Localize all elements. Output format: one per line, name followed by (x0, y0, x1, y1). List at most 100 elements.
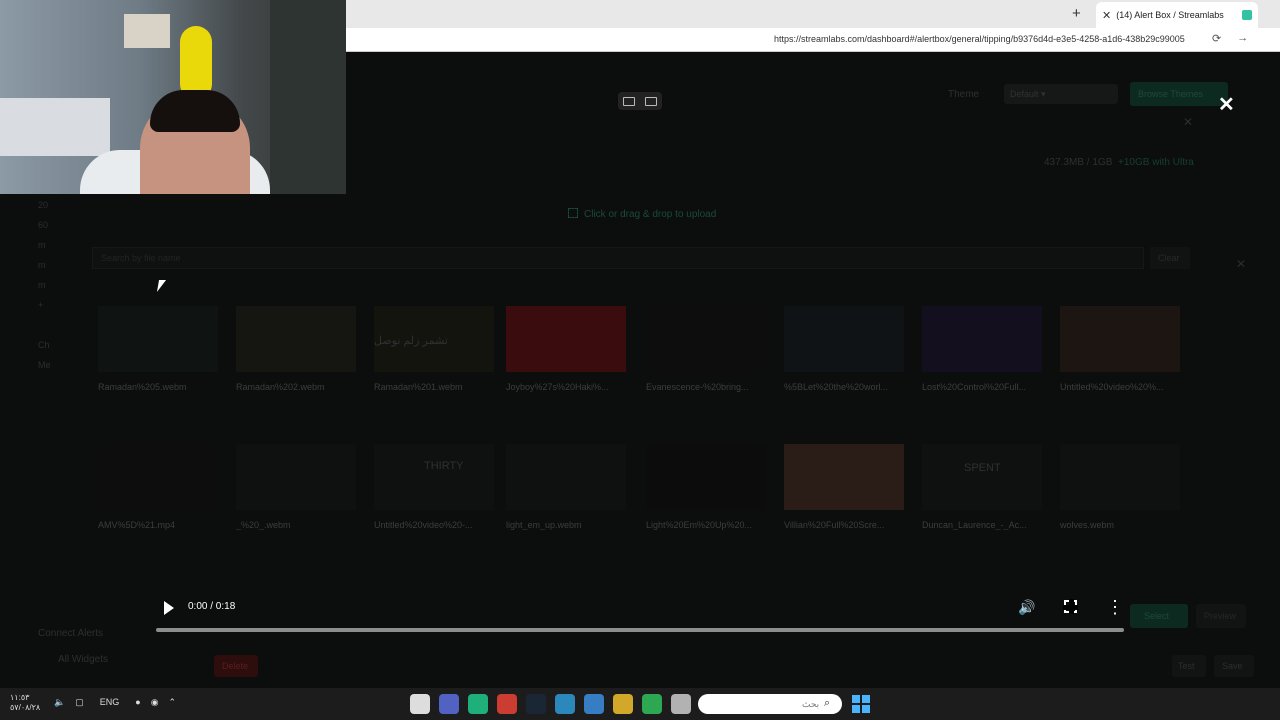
taskbar-app-icon[interactable] (497, 694, 517, 714)
theme-select[interactable]: Default ▾ (1004, 84, 1118, 104)
close-tab-icon[interactable]: ✕ (1102, 9, 1111, 22)
forward-icon[interactable]: → (1237, 32, 1248, 45)
taskbar: ١١:٥٣ ٥٧/٠٨/٢٨ 🔈 ▢ ENG ● ◉ ⌃ بحث ⌕ (0, 688, 1280, 720)
taskbar-search[interactable]: بحث ⌕ (698, 694, 842, 714)
media-label[interactable]: wolves.webm (1060, 520, 1194, 530)
media-label[interactable]: light_em_up.webm (506, 520, 640, 530)
modal-close-icon[interactable]: ✕ (1183, 115, 1193, 129)
taskbar-app-icon[interactable] (642, 694, 662, 714)
media-label[interactable]: Villian%20Full%20Scre... (784, 520, 918, 530)
media-thumbnail[interactable] (922, 306, 1042, 372)
media-thumbnail[interactable] (98, 306, 218, 372)
reload-icon[interactable]: ⟳ (1212, 32, 1221, 45)
left-nav-item[interactable]: m (38, 280, 51, 300)
close-video-icon[interactable]: ✕ (1218, 92, 1235, 117)
media-label[interactable]: %5BLet%20the%20worl... (784, 382, 918, 392)
media-label[interactable]: Untitled%20video%20%... (1060, 382, 1194, 392)
pip-controls[interactable] (618, 92, 662, 110)
search-input[interactable]: Search by file name (92, 247, 1144, 269)
taskbar-app-icon[interactable] (410, 694, 430, 714)
play-icon[interactable] (164, 601, 174, 615)
volume-icon[interactable]: 🔊 (1018, 599, 1035, 616)
video-controls: 0:00 / 0:18 🔊 ⋮ (140, 586, 1140, 644)
start-icon[interactable] (852, 695, 870, 713)
upload-dropzone[interactable]: Click or drag & drop to upload (568, 208, 716, 220)
thumbnail-text: THIRTY (424, 460, 464, 472)
thumbnail-text: تشمر زلم نوصل (374, 335, 448, 347)
webcam-person-hair (150, 90, 240, 132)
media-thumbnail[interactable] (646, 444, 766, 510)
taskbar-app-icon[interactable] (613, 694, 633, 714)
clear-button[interactable]: Clear (1150, 247, 1190, 269)
webcam-banana-plush (180, 26, 212, 100)
language-indicator[interactable]: ENG (100, 697, 120, 708)
delete-button[interactable]: Delete (214, 655, 258, 677)
media-thumbnail[interactable] (506, 444, 626, 510)
tab-title: (14) Alert Box / Streamlabs (1116, 10, 1224, 20)
left-nav-item[interactable]: Ch (38, 340, 51, 360)
all-widgets-link[interactable]: All Widgets (58, 654, 108, 665)
microphone-icon[interactable]: ● (135, 697, 140, 708)
storage-upsell[interactable]: +10GB with Ultra (1118, 157, 1194, 168)
media-label[interactable]: Joyboy%27s%20Haki%... (506, 382, 640, 392)
media-label[interactable]: Duncan_Laurence_-_Ac... (922, 520, 1056, 530)
browse-themes-button[interactable]: Browse Themes (1130, 82, 1228, 106)
url-text[interactable]: https://streamlabs.com/dashboard#/alertb… (774, 34, 1185, 44)
taskbar-clock[interactable]: ١١:٥٣ ٥٧/٠٨/٢٨ (10, 693, 46, 713)
upload-icon (568, 208, 578, 218)
theme-label: Theme (948, 89, 980, 100)
media-label[interactable]: AMV%5D%21.mp4 (98, 520, 232, 530)
media-thumbnail[interactable] (646, 306, 766, 372)
media-label[interactable]: Ramadan%201.webm (374, 382, 508, 392)
media-label[interactable]: Untitled%20video%20-... (374, 520, 508, 530)
left-nav-item[interactable]: m (38, 240, 51, 260)
media-thumbnail[interactable] (506, 306, 626, 372)
preview-button[interactable]: Preview (1196, 604, 1246, 628)
connect-alerts-link[interactable]: Connect Alerts (38, 628, 103, 639)
media-thumbnail[interactable] (236, 306, 356, 372)
media-thumbnail[interactable] (784, 306, 904, 372)
left-nav-item[interactable]: + (38, 300, 51, 320)
left-nav-item[interactable]: m (38, 260, 51, 280)
left-nav: 20 60 m m m + Ch Me (38, 200, 51, 380)
video-progress-bar[interactable] (156, 628, 1124, 632)
taskbar-app-icon[interactable] (671, 694, 691, 714)
media-thumbnail[interactable] (374, 444, 494, 510)
browser-tab[interactable]: ✕ (14) Alert Box / Streamlabs (1096, 2, 1258, 28)
media-thumbnail[interactable] (1060, 444, 1180, 510)
save-button[interactable]: Save (1214, 655, 1254, 677)
taskbar-app-icon[interactable] (468, 694, 488, 714)
left-nav-item[interactable] (38, 320, 51, 340)
taskbar-app-icon[interactable] (526, 694, 546, 714)
media-thumbnail[interactable] (236, 444, 356, 510)
expand-icon[interactable] (645, 96, 657, 106)
media-label[interactable]: Ramadan%202.webm (236, 382, 370, 392)
show-hidden-icons-icon[interactable]: ⌃ (169, 697, 177, 708)
taskbar-app-icon[interactable] (439, 694, 459, 714)
app-tray-icon[interactable]: ◉ (151, 697, 159, 708)
media-label[interactable]: Evanescence-%20bring... (646, 382, 780, 392)
taskbar-app-icon[interactable] (584, 694, 604, 714)
new-tab-button[interactable]: + (1072, 5, 1081, 22)
taskbar-app-icon[interactable] (555, 694, 575, 714)
fullscreen-icon[interactable] (1063, 599, 1078, 614)
test-button[interactable]: Test (1172, 655, 1206, 677)
media-thumbnail[interactable] (1060, 306, 1180, 372)
media-label[interactable]: Light%20Em%20Up%20... (646, 520, 780, 530)
left-nav-item[interactable]: Me (38, 360, 51, 380)
left-nav-item[interactable]: 20 (38, 200, 51, 220)
more-options-icon[interactable]: ⋮ (1106, 598, 1124, 616)
left-nav-item[interactable]: 60 (38, 220, 51, 240)
search-icon: ⌕ (824, 697, 831, 709)
network-icon[interactable]: ▢ (75, 697, 84, 708)
media-thumbnail[interactable] (98, 444, 218, 510)
picture-in-picture-icon[interactable] (623, 96, 635, 106)
media-label[interactable]: Ramadan%205.webm (98, 382, 232, 392)
taskbar-apps (410, 694, 691, 714)
media-thumbnail[interactable] (784, 444, 904, 510)
media-label[interactable]: _%20_.webm (236, 520, 370, 530)
media-thumbnail[interactable] (922, 444, 1042, 510)
gallery-close-icon[interactable]: ✕ (1236, 257, 1246, 271)
media-label[interactable]: Lost%20Control%20Full... (922, 382, 1056, 392)
speaker-icon[interactable]: 🔈 (54, 697, 65, 708)
